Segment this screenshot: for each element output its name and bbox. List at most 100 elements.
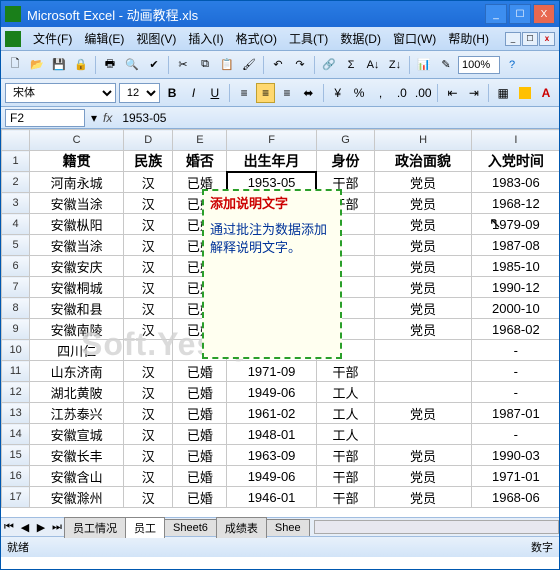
italic-button[interactable]: I xyxy=(184,83,202,103)
cell[interactable] xyxy=(375,361,471,382)
cell[interactable]: 汉 xyxy=(124,214,173,235)
row-header[interactable]: 5 xyxy=(2,235,30,256)
col-header[interactable]: E xyxy=(173,130,227,151)
menu-file[interactable]: 文件(F) xyxy=(27,28,78,49)
sort-asc-icon[interactable]: A↓ xyxy=(363,55,383,75)
col-header[interactable]: C xyxy=(30,130,124,151)
cell[interactable]: 1990-03 xyxy=(471,445,559,466)
cell[interactable]: 汉 xyxy=(124,487,173,508)
minimize-button[interactable]: _ xyxy=(485,4,507,24)
drawing-icon[interactable]: ✎ xyxy=(436,55,456,75)
col-header[interactable]: G xyxy=(316,130,375,151)
redo-icon[interactable]: ↷ xyxy=(290,55,310,75)
maximize-button[interactable]: ☐ xyxy=(509,4,531,24)
row-header[interactable]: 1 xyxy=(2,151,30,172)
help-icon[interactable]: ? xyxy=(502,55,522,75)
undo-icon[interactable]: ↶ xyxy=(268,55,288,75)
fill-color-button[interactable] xyxy=(515,83,533,103)
cell[interactable]: 已婚 xyxy=(173,487,227,508)
font-select[interactable]: 宋体 xyxy=(5,83,116,103)
row-header[interactable]: 10 xyxy=(2,340,30,361)
cell[interactable]: 党员 xyxy=(375,256,471,277)
menu-tools[interactable]: 工具(T) xyxy=(283,28,334,49)
tab-last-icon[interactable]: ⏭ xyxy=(49,519,65,535)
menu-window[interactable]: 窗口(W) xyxy=(387,28,442,49)
cell[interactable]: - xyxy=(471,361,559,382)
row-header[interactable]: 3 xyxy=(2,193,30,214)
sheet-tab[interactable]: Shee xyxy=(266,519,310,536)
table-row[interactable]: 15安徽长丰汉已婚1963-09干部党员1990-03 xyxy=(2,445,560,466)
cell[interactable]: 汉 xyxy=(124,361,173,382)
row-header[interactable]: 2 xyxy=(2,172,30,193)
preview-icon[interactable]: 🔍 xyxy=(122,55,142,75)
cell[interactable]: 1985-10 xyxy=(471,256,559,277)
cell[interactable]: 1963-09 xyxy=(227,445,316,466)
format-painter-icon[interactable]: 🖌 xyxy=(239,55,259,75)
dropdown-icon[interactable]: ▾ xyxy=(91,111,97,125)
cell[interactable]: 工人 xyxy=(316,382,375,403)
cell[interactable]: 安徽滁州 xyxy=(30,487,124,508)
cell[interactable]: 安徽当涂 xyxy=(30,235,124,256)
cell[interactable]: 已婚 xyxy=(173,424,227,445)
cell[interactable]: 汉 xyxy=(124,193,173,214)
cell[interactable]: 党员 xyxy=(375,214,471,235)
inc-decimal-button[interactable]: .0 xyxy=(393,83,411,103)
borders-button[interactable]: ▦ xyxy=(494,83,512,103)
menu-help[interactable]: 帮助(H) xyxy=(442,28,495,49)
cell[interactable]: 1971-01 xyxy=(471,466,559,487)
sheet-tab[interactable]: 员工情况 xyxy=(64,517,126,538)
cell-comment[interactable]: 添加说明文字 通过批注为数据添加解释说明文字。 xyxy=(202,189,342,359)
new-icon[interactable]: 🗋 xyxy=(5,55,25,75)
cell[interactable]: 1948-01 xyxy=(227,424,316,445)
mdi-minimize[interactable]: _ xyxy=(505,32,521,46)
cell[interactable]: - xyxy=(471,382,559,403)
menu-edit[interactable]: 编辑(E) xyxy=(78,28,130,49)
cell[interactable]: 湖北黄陂 xyxy=(30,382,124,403)
horizontal-scrollbar[interactable] xyxy=(314,520,559,534)
cell[interactable]: 2000-10 xyxy=(471,298,559,319)
cell[interactable]: 安徽和县 xyxy=(30,298,124,319)
cell[interactable] xyxy=(375,424,471,445)
sheet-tab-active[interactable]: 员工 xyxy=(125,517,165,538)
open-icon[interactable]: 📂 xyxy=(27,55,47,75)
cell[interactable]: 已婚 xyxy=(173,445,227,466)
cell[interactable]: 1949-06 xyxy=(227,466,316,487)
cell[interactable]: 四川仁 xyxy=(30,340,124,361)
cell[interactable]: 党员 xyxy=(375,235,471,256)
cell[interactable] xyxy=(375,382,471,403)
cell[interactable] xyxy=(375,340,471,361)
col-header[interactable]: D xyxy=(124,130,173,151)
cell[interactable]: - xyxy=(471,340,559,361)
col-header[interactable]: I xyxy=(471,130,559,151)
spell-icon[interactable]: ✔ xyxy=(144,55,164,75)
col-header[interactable]: F xyxy=(227,130,316,151)
row-header[interactable]: 17 xyxy=(2,487,30,508)
cell[interactable]: 安徽宣城 xyxy=(30,424,124,445)
cell[interactable]: 党员 xyxy=(375,487,471,508)
cell[interactable]: 1968-02 xyxy=(471,319,559,340)
cell[interactable]: 党员 xyxy=(375,277,471,298)
row-header[interactable]: 14 xyxy=(2,424,30,445)
cell[interactable] xyxy=(124,340,173,361)
row-header[interactable]: 12 xyxy=(2,382,30,403)
menu-view[interactable]: 视图(V) xyxy=(130,28,182,49)
cell[interactable]: 1949-06 xyxy=(227,382,316,403)
permission-icon[interactable]: 🔒 xyxy=(71,55,91,75)
table-row[interactable]: 1 籍贯民族婚否 出生年月身份政治面貌入党时间 xyxy=(2,151,560,172)
cell[interactable]: 安徽当涂 xyxy=(30,193,124,214)
cell[interactable]: 汉 xyxy=(124,466,173,487)
tab-prev-icon[interactable]: ◀ xyxy=(17,519,33,535)
dec-decimal-button[interactable]: .00 xyxy=(414,83,432,103)
align-center-button[interactable]: ≡ xyxy=(256,83,275,103)
row-header[interactable]: 13 xyxy=(2,403,30,424)
cell[interactable]: 已婚 xyxy=(173,403,227,424)
cell[interactable]: 1983-06 xyxy=(471,172,559,193)
cell[interactable]: 工人 xyxy=(316,403,375,424)
chart-icon[interactable]: 📊 xyxy=(414,55,434,75)
hyperlink-icon[interactable]: 🔗 xyxy=(319,55,339,75)
underline-button[interactable]: U xyxy=(206,83,224,103)
menu-insert[interactable]: 插入(I) xyxy=(182,28,229,49)
cell[interactable]: 1990-12 xyxy=(471,277,559,298)
row-header[interactable]: 11 xyxy=(2,361,30,382)
cell[interactable]: 1961-02 xyxy=(227,403,316,424)
